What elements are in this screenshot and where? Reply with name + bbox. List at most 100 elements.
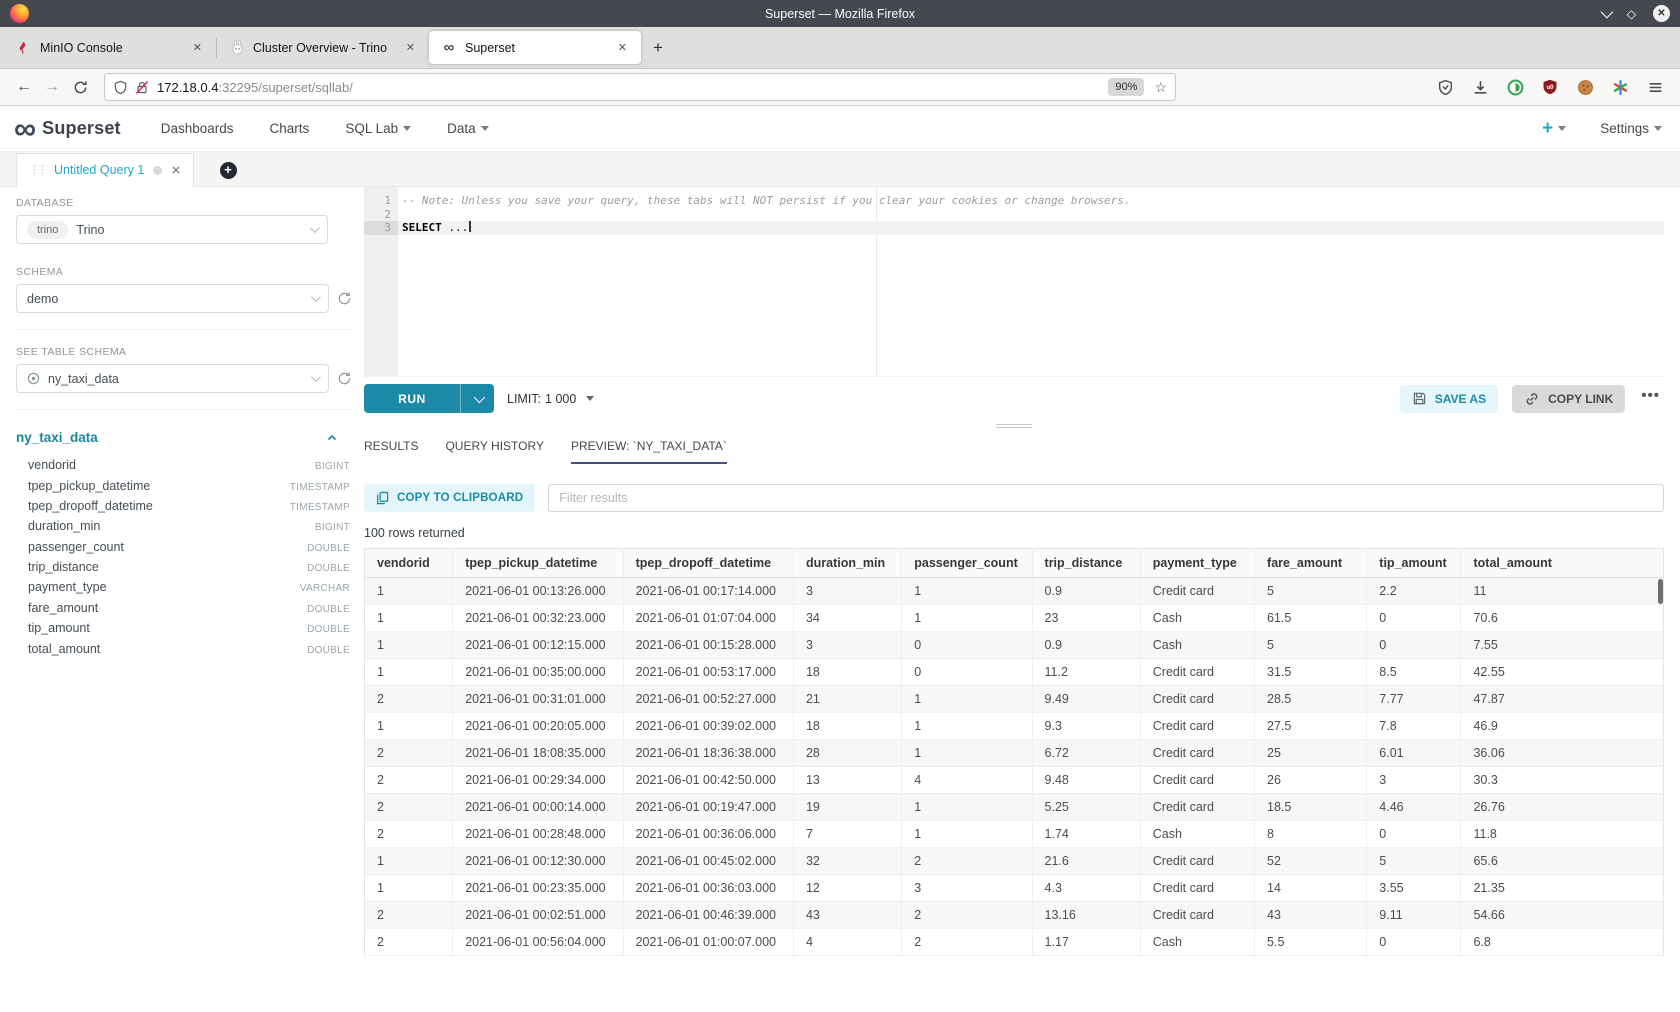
table-cell: 18 [793, 659, 901, 686]
schema-column-row[interactable]: tpep_dropoff_datetimeTIMESTAMP [16, 496, 352, 516]
schema-column-row[interactable]: total_amountDOUBLE [16, 638, 352, 658]
column-header[interactable]: duration_min [793, 549, 901, 578]
table-cell: 5.5 [1255, 929, 1367, 956]
schema-column-row[interactable]: fare_amountDOUBLE [16, 598, 352, 618]
pocket-shield-icon[interactable] [1434, 76, 1456, 98]
copy-link-button[interactable]: COPY LINK [1512, 385, 1625, 413]
database-select[interactable]: trino Trino [16, 215, 328, 244]
run-options-button[interactable] [460, 384, 494, 413]
ublock-icon[interactable]: u0 [1539, 76, 1561, 98]
panel-resize-handle[interactable] [996, 422, 1032, 430]
close-tab-icon[interactable]: ✕ [614, 39, 631, 56]
browser-tab[interactable]: ∞Superset✕ [429, 31, 641, 64]
tab-list-chevron-icon[interactable] [1600, 6, 1613, 19]
nav-item-data[interactable]: Data [447, 121, 489, 136]
column-header[interactable]: passenger_count [902, 549, 1032, 578]
table-row[interactable]: 22021-06-01 00:00:14.0002021-06-01 00:19… [365, 794, 1664, 821]
table-row[interactable]: 22021-06-01 00:31:01.0002021-06-01 00:52… [365, 686, 1664, 713]
extension-colorful-icon[interactable] [1609, 76, 1631, 98]
table-row[interactable]: 12021-06-01 00:12:15.0002021-06-01 00:15… [365, 632, 1664, 659]
browser-tab[interactable]: Cluster Overview - Trino✕ [217, 31, 429, 64]
reload-icon[interactable] [66, 73, 94, 101]
table-row[interactable]: 22021-06-01 00:28:48.0002021-06-01 00:36… [365, 821, 1664, 848]
table-row[interactable]: 12021-06-01 00:20:05.0002021-06-01 00:39… [365, 713, 1664, 740]
save-as-button[interactable]: SAVE AS [1400, 385, 1498, 413]
cookie-icon[interactable] [1574, 76, 1596, 98]
schema-column-row[interactable]: tip_amountDOUBLE [16, 618, 352, 638]
table-row[interactable]: 22021-06-01 00:29:34.0002021-06-01 00:42… [365, 767, 1664, 794]
shield-icon[interactable] [113, 80, 128, 95]
table-row[interactable]: 12021-06-01 00:32:23.0002021-06-01 01:07… [365, 605, 1664, 632]
schema-select[interactable]: demo [16, 284, 329, 313]
forward-icon[interactable]: → [38, 73, 66, 101]
table-select[interactable]: ny_taxi_data [16, 364, 329, 393]
schema-column-row[interactable]: trip_distanceDOUBLE [16, 557, 352, 577]
query-tab[interactable]: ⋮⋮ Untitled Query 1 ✕ [16, 153, 194, 187]
table-row[interactable]: 22021-06-01 18:08:35.0002021-06-01 18:36… [365, 740, 1664, 767]
results-tab-preview[interactable]: PREVIEW: `NY_TAXI_DATA` [571, 439, 727, 464]
results-tab-results[interactable]: RESULTS [364, 439, 418, 464]
refresh-table-icon[interactable] [337, 371, 352, 386]
table-scrollbar-thumb[interactable] [1658, 579, 1663, 604]
limit-dropdown[interactable]: LIMIT: 1 000 [507, 392, 594, 406]
download-icon[interactable] [1469, 76, 1491, 98]
restore-window-icon[interactable]: ◇ [1627, 8, 1636, 20]
column-header[interactable]: trip_distance [1032, 549, 1140, 578]
column-header[interactable]: tpep_pickup_datetime [453, 549, 623, 578]
collapse-chevron-up-icon[interactable] [326, 432, 338, 444]
zoom-level-badge[interactable]: 90% [1108, 78, 1144, 96]
column-header[interactable]: fare_amount [1255, 549, 1367, 578]
table-row[interactable]: 12021-06-01 00:12:30.0002021-06-01 00:45… [365, 848, 1664, 875]
nav-item-charts[interactable]: Charts [270, 121, 310, 136]
table-row[interactable]: 22021-06-01 00:02:51.0002021-06-01 00:46… [365, 902, 1664, 929]
schema-column-row[interactable]: vendoridBIGINT [16, 455, 352, 475]
browser-tab[interactable]: MinIO Console✕ [4, 31, 216, 64]
schema-column-row[interactable]: tpep_pickup_datetimeTIMESTAMP [16, 475, 352, 495]
sql-editor[interactable]: 123 -- Note: Unless you save your query,… [364, 187, 1664, 376]
chevron-down-icon [310, 223, 320, 233]
close-window-icon[interactable]: ✕ [1653, 5, 1670, 22]
more-actions-button[interactable]: ••• [1639, 387, 1664, 410]
menu-icon[interactable] [1644, 76, 1666, 98]
insecure-lock-icon[interactable] [135, 80, 149, 95]
url-text[interactable]: 172.18.0.4:32295/superset/sqllab/ [157, 80, 1108, 95]
nav-item-sql-lab[interactable]: SQL Lab [345, 121, 411, 136]
column-name: tpep_pickup_datetime [28, 479, 150, 493]
extension-green-icon[interactable] [1504, 76, 1526, 98]
add-query-tab-button[interactable]: + [220, 162, 237, 179]
refresh-schema-icon[interactable] [337, 291, 352, 306]
column-header[interactable]: total_amount [1461, 549, 1664, 578]
column-header[interactable]: payment_type [1140, 549, 1254, 578]
close-query-tab-icon[interactable]: ✕ [171, 164, 180, 177]
nav-add-button[interactable]: + [1542, 119, 1566, 138]
back-icon[interactable]: ← [10, 73, 38, 101]
run-button[interactable]: RUN [364, 384, 494, 413]
drag-handle-icon[interactable]: ⋮⋮ [29, 165, 45, 176]
results-tab-query-history[interactable]: QUERY HISTORY [445, 439, 543, 464]
filter-results-input[interactable] [548, 484, 1664, 512]
table-cell: 1 [365, 848, 453, 875]
close-tab-icon[interactable]: ✕ [189, 39, 206, 56]
schema-column-row[interactable]: payment_typeVARCHAR [16, 577, 352, 597]
schema-column-row[interactable]: duration_minBIGINT [16, 516, 352, 536]
url-field[interactable]: 172.18.0.4:32295/superset/sqllab/ 90% ☆ [104, 73, 1176, 101]
table-row[interactable]: 22021-06-01 00:56:04.0002021-06-01 01:00… [365, 929, 1664, 956]
table-row[interactable]: 12021-06-01 00:35:00.0002021-06-01 00:53… [365, 659, 1664, 686]
table-cell: 2021-06-01 00:17:14.000 [623, 578, 793, 605]
table-row[interactable]: 12021-06-01 00:13:26.0002021-06-01 00:17… [365, 578, 1664, 605]
copy-to-clipboard-button[interactable]: COPY TO CLIPBOARD [364, 484, 535, 512]
superset-logo[interactable]: ∞ Superset [14, 118, 121, 140]
nav-item-dashboards[interactable]: Dashboards [161, 121, 234, 136]
column-header[interactable]: tpep_dropoff_datetime [623, 549, 793, 578]
column-header[interactable]: tip_amount [1367, 549, 1461, 578]
schema-table-name[interactable]: ny_taxi_data [16, 430, 98, 445]
schema-column-row[interactable]: passenger_countDOUBLE [16, 537, 352, 557]
nav-settings[interactable]: Settings [1600, 121, 1662, 136]
close-tab-icon[interactable]: ✕ [402, 39, 419, 56]
table-row[interactable]: 12021-06-01 00:23:35.0002021-06-01 00:36… [365, 875, 1664, 902]
new-tab-button[interactable]: + [641, 38, 675, 58]
column-header[interactable]: vendorid [365, 549, 453, 578]
trino-icon [229, 40, 245, 56]
query-status-dot [153, 166, 162, 175]
bookmark-star-icon[interactable]: ☆ [1154, 79, 1167, 96]
